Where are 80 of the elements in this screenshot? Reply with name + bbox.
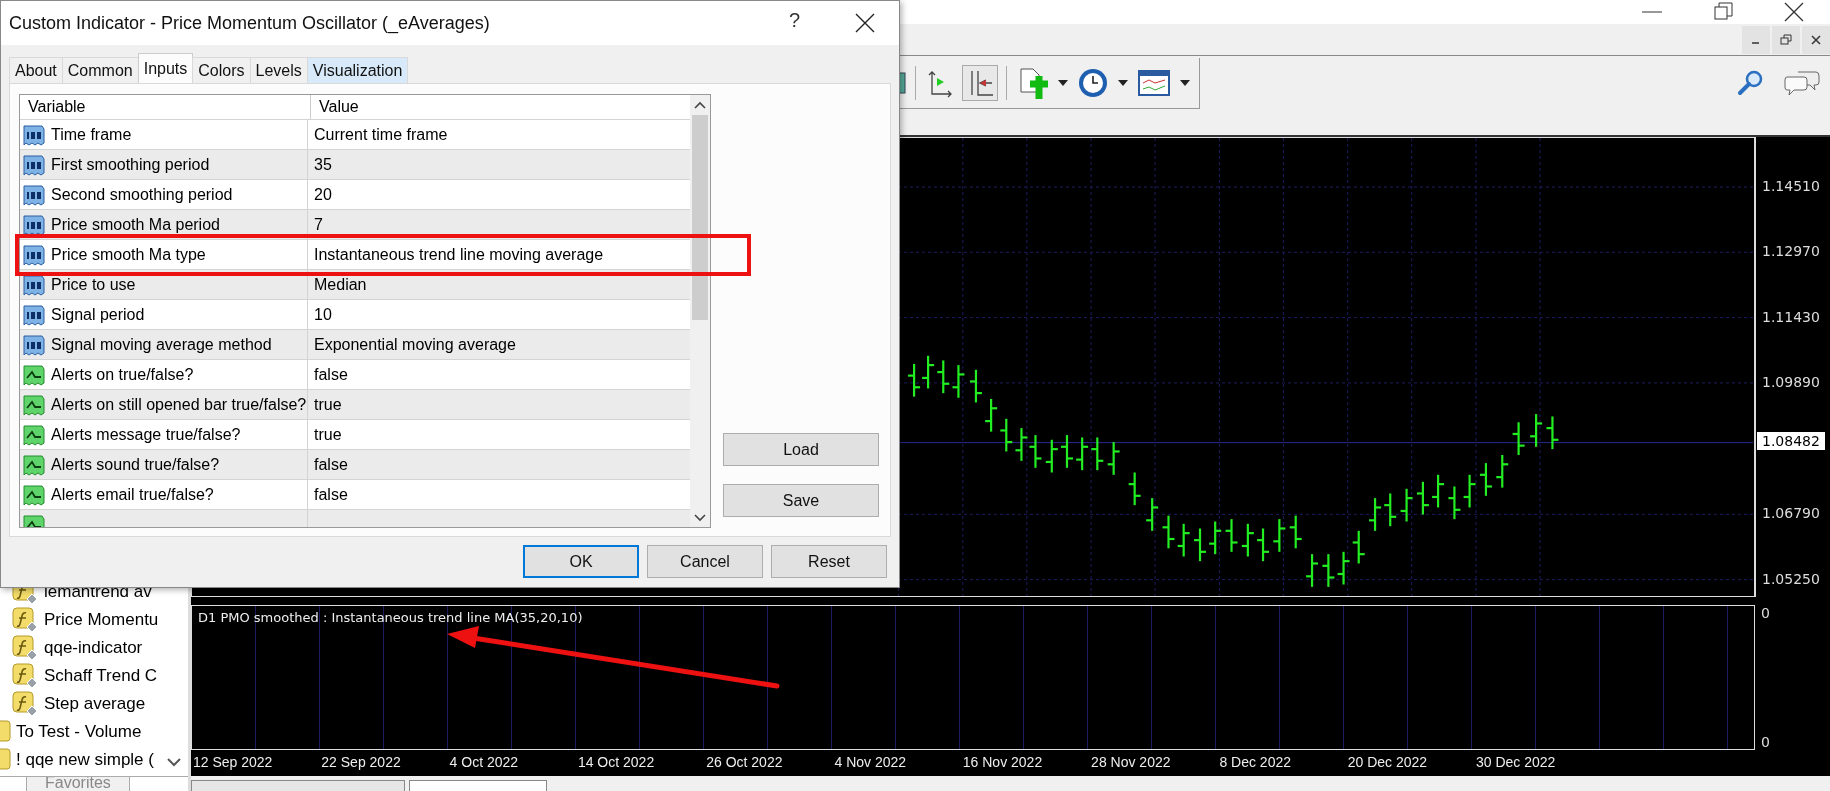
number-icon	[22, 182, 46, 207]
price-label: 1.09890	[1762, 373, 1820, 390]
table-cell: Second smoothing period	[20, 180, 307, 209]
axis-label: 0	[1761, 734, 1771, 750]
caret-icon[interactable]	[1117, 77, 1129, 88]
indicator-label: D1 PMO smoothed : Instantaneous trend line MA(35,20,10)	[198, 610, 583, 625]
close-icon[interactable]	[1782, 0, 1806, 24]
caret-icon[interactable]	[1179, 77, 1191, 88]
table-cell: Alerts email true/false?	[20, 480, 307, 509]
number-icon	[22, 152, 46, 177]
navigator-item[interactable]: ! qqe new simple (	[0, 746, 188, 774]
date-label: 20 Dec 2022	[1347, 754, 1428, 770]
side-button[interactable]: Load	[723, 433, 879, 466]
price-label: 1.11430	[1762, 308, 1820, 325]
date-label: 26 Oct 2022	[706, 754, 783, 770]
dialog-button[interactable]: Cancel	[647, 545, 763, 578]
date-label: 12 Sep 2022	[193, 754, 273, 770]
price-label: 1.14510	[1762, 178, 1820, 194]
function-icon	[12, 691, 38, 717]
number-icon	[22, 242, 46, 267]
table-cell: Alerts on still opened bar true/false?	[20, 390, 307, 419]
price-label: 1.12970	[1762, 243, 1820, 260]
date-label: 4 Nov 2022	[834, 754, 907, 770]
price-label: 1.05250	[1762, 570, 1820, 587]
chart-tab[interactable]	[409, 780, 547, 791]
table-cell: Signal moving average method	[20, 330, 307, 359]
date-label: 4 Oct 2022	[449, 754, 519, 770]
date-label: 8 Dec 2022	[1219, 754, 1291, 770]
table-cell: Alerts sound true/false?	[20, 450, 307, 479]
toggle-icon	[22, 422, 46, 447]
autoscroll-icon[interactable]	[962, 64, 998, 101]
tab[interactable]: Inputs	[137, 53, 194, 83]
number-icon	[22, 302, 46, 327]
navigator-item[interactable]: Step average	[0, 690, 188, 718]
function-icon	[12, 635, 38, 661]
chart-template-icon[interactable]	[1137, 67, 1171, 98]
function-icon	[12, 607, 38, 633]
toggle-icon	[22, 392, 46, 417]
number-icon	[22, 212, 46, 237]
number-icon	[22, 122, 46, 147]
dialog-button[interactable]: OK	[523, 545, 639, 578]
toggle-icon	[22, 482, 46, 507]
chart-tab[interactable]	[191, 780, 405, 791]
table-cell: Time frame	[20, 120, 307, 149]
help-button[interactable]: ?	[783, 9, 807, 32]
table-cell: Alerts message true/false?	[20, 420, 307, 449]
chat-icon[interactable]	[1784, 68, 1820, 98]
tab[interactable]: Visualization	[306, 57, 409, 83]
column-header[interactable]: Variable	[20, 98, 310, 116]
navigator-item[interactable]: qqe-indicator	[0, 634, 188, 662]
tab[interactable]: About	[9, 57, 63, 83]
caret-icon[interactable]	[1057, 77, 1069, 88]
date-label: 28 Nov 2022	[1091, 754, 1171, 770]
date-label: 16 Nov 2022	[962, 754, 1043, 770]
scroll-down-icon[interactable]	[166, 756, 182, 768]
current-price-label: 1.08482	[1757, 431, 1825, 450]
dialog-title: Custom Indicator - Price Momentum Oscillator (_eAverages)	[9, 12, 490, 34]
date-label: 14 Oct 2022	[577, 754, 655, 770]
date-label: 30 Dec 2022	[1476, 754, 1556, 770]
dialog-button[interactable]: Reset	[771, 545, 887, 578]
function-icon	[12, 663, 38, 689]
date-label: 22 Sep 2022	[321, 754, 401, 770]
close-icon[interactable]	[854, 12, 876, 34]
toggle-icon	[22, 452, 46, 477]
price-label: 1.06790	[1762, 505, 1820, 522]
navigator-item[interactable]: Schaff Trend C	[0, 662, 188, 690]
navigator-item[interactable]: Price Momentu	[0, 606, 188, 634]
clock-icon[interactable]	[1077, 66, 1109, 99]
side-button[interactable]: Save	[723, 484, 879, 517]
folder-icon	[0, 719, 12, 745]
table-cell: Alerts on true/false?	[20, 360, 307, 389]
toggle-icon	[22, 362, 46, 387]
navigator-item[interactable]: To Test - Volume	[0, 718, 188, 746]
scrollbar[interactable]	[690, 95, 710, 527]
table-cell: Signal period	[20, 300, 307, 329]
folder-icon	[0, 747, 12, 773]
table-cell: First smoothing period	[20, 150, 307, 179]
tab[interactable]: Colors	[192, 57, 251, 83]
axis-label: 0	[1761, 605, 1771, 621]
number-icon	[22, 332, 46, 357]
